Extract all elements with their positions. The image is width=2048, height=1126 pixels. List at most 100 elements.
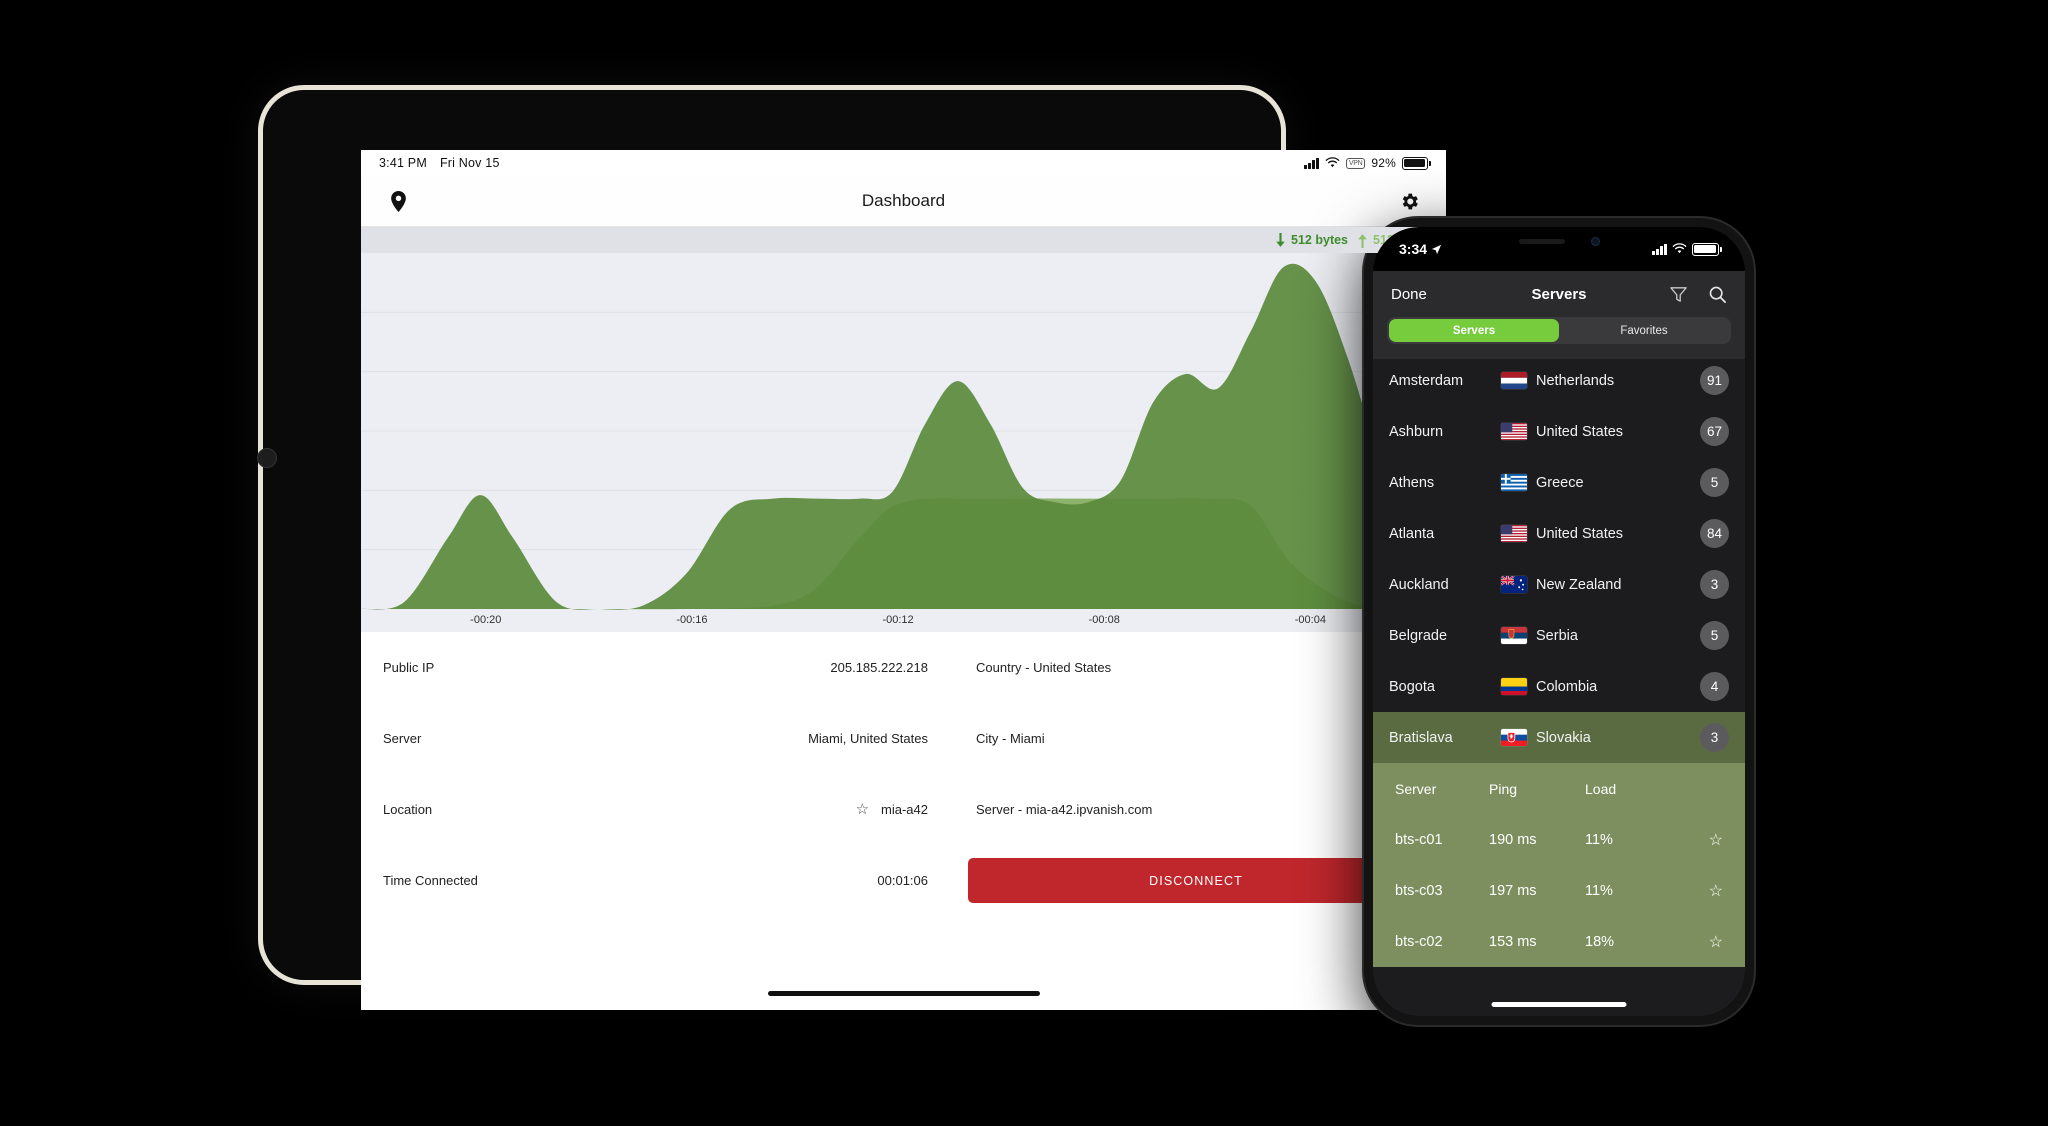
phone-power-button[interactable] xyxy=(1753,423,1754,499)
tablet-screen: 3:41 PM Fri Nov 15 VPN 92% Dashboard 512… xyxy=(361,150,1446,1010)
server-value: Miami, United States xyxy=(808,731,928,746)
public-ip-label: Public IP xyxy=(383,660,435,675)
detail-header-row: Server Ping Load xyxy=(1373,763,1745,814)
server-row[interactable]: Bogota Colombia 4 xyxy=(1373,661,1745,712)
battery-icon xyxy=(1402,156,1431,170)
server-row[interactable]: Atlanta United States 84 xyxy=(1373,508,1745,559)
disconnect-button[interactable]: DISCONNECT xyxy=(968,858,1424,903)
cellular-signal-icon xyxy=(1304,157,1319,169)
status-time: 3:41 PM xyxy=(379,156,427,170)
detail-server-ping: 190 ms xyxy=(1489,831,1537,848)
server-country: Serbia xyxy=(1536,627,1578,644)
flag-icon-co xyxy=(1501,678,1527,695)
server-country: Colombia xyxy=(1536,678,1598,695)
server-country: United States xyxy=(1536,525,1624,542)
server-city: Ashburn xyxy=(1389,423,1444,440)
server-row[interactable]: Ashburn United States 67 xyxy=(1373,406,1745,457)
detail-server-ping: 197 ms xyxy=(1489,882,1537,899)
phone-wifi-icon xyxy=(1672,243,1687,254)
upload-arrow-icon xyxy=(1358,233,1367,248)
flag-icon-nz xyxy=(1501,576,1527,593)
flag-icon-us xyxy=(1501,525,1527,542)
detail-server-name: bts-c03 xyxy=(1395,882,1443,899)
favorite-star-icon[interactable]: ☆ xyxy=(1697,932,1723,952)
detail-server-load: 18% xyxy=(1585,933,1615,950)
detail-server-name: bts-c02 xyxy=(1395,933,1443,950)
info-row-public-ip: Public IP 205.185.222.218 Country - Unit… xyxy=(361,632,1446,703)
detail-col-load: Load xyxy=(1585,780,1617,797)
server-country: United States xyxy=(1536,423,1624,440)
server-count-badge: 3 xyxy=(1700,723,1729,752)
server-list[interactable]: Amsterdam Netherlands 91 Ashburn United Stat… xyxy=(1373,355,1745,1016)
server-count-badge: 84 xyxy=(1700,519,1729,548)
server-count-badge: 4 xyxy=(1700,672,1729,701)
phone-cellular-icon xyxy=(1652,243,1667,255)
ipad-status-bar: 3:41 PM Fri Nov 15 VPN 92% xyxy=(361,150,1446,176)
server-city: Amsterdam xyxy=(1389,372,1464,389)
server-country: Netherlands xyxy=(1536,372,1615,389)
x-tick-label: -00:16 xyxy=(676,614,708,626)
dashboard-navbar: Dashboard xyxy=(361,176,1446,227)
time-connected-value: 00:01:06 xyxy=(877,873,928,888)
detail-server-row[interactable]: bts-c01 190 ms 11% ☆ xyxy=(1373,814,1745,865)
server-city: Belgrade xyxy=(1389,627,1448,644)
detail-server-name: bts-c01 xyxy=(1395,831,1443,848)
done-button[interactable]: Done xyxy=(1391,286,1427,303)
location-pin-icon[interactable] xyxy=(383,186,413,216)
phone-notch xyxy=(1473,227,1645,256)
gear-icon[interactable] xyxy=(1394,186,1424,216)
detail-server-row[interactable]: bts-c02 153 ms 18% ☆ xyxy=(1373,916,1745,967)
traffic-chart: 512 bytes 512 bytes -00:20-00:16- xyxy=(361,227,1446,632)
info-row-location: Location ☆ mia-a42 Server - mia-a42.ipva… xyxy=(361,774,1446,845)
tablet-device: 3:41 PM Fri Nov 15 VPN 92% Dashboard 512… xyxy=(257,85,1446,1010)
server-country: New Zealand xyxy=(1536,576,1622,593)
server-row[interactable]: Amsterdam Netherlands 91 xyxy=(1373,355,1745,406)
download-arrow-icon xyxy=(1276,232,1285,247)
phone-status-time: 3:34 xyxy=(1399,241,1428,257)
search-icon[interactable] xyxy=(1708,285,1727,304)
favorite-star-icon[interactable]: ☆ xyxy=(1697,881,1723,901)
detail-col-server: Server xyxy=(1395,780,1437,797)
favorite-star-icon[interactable]: ☆ xyxy=(1697,830,1723,850)
favorite-star-icon[interactable]: ☆ xyxy=(856,802,869,817)
flag-icon-gr xyxy=(1501,474,1527,491)
vpn-badge: VPN xyxy=(1345,157,1366,169)
download-rate-label: 512 bytes xyxy=(1291,233,1349,247)
tab-servers[interactable]: Servers xyxy=(1389,319,1559,342)
public-ip-value: 205.185.222.218 xyxy=(830,660,928,675)
tablet-power-button[interactable] xyxy=(257,448,277,468)
phone-battery-icon xyxy=(1692,242,1722,256)
location-arrow-icon xyxy=(1431,244,1442,254)
flag-icon-us xyxy=(1501,423,1527,440)
server-country: Slovakia xyxy=(1536,729,1591,746)
server-count-badge: 3 xyxy=(1700,570,1729,599)
server-country: Greece xyxy=(1536,474,1584,491)
phone-volume-up-button[interactable] xyxy=(1364,395,1365,443)
phone-volume-down-button[interactable] xyxy=(1364,455,1365,503)
server-count-badge: 5 xyxy=(1700,468,1729,497)
chart-rate-legend: 512 bytes 512 bytes xyxy=(361,227,1446,253)
server-label: Server xyxy=(383,731,422,746)
screenshot-stage: 3:41 PM Fri Nov 15 VPN 92% Dashboard 512… xyxy=(0,0,2048,1126)
filter-icon[interactable] xyxy=(1669,285,1688,304)
ipad-home-indicator[interactable] xyxy=(767,991,1040,996)
servers-segmented-control-wrap: Servers Favorites xyxy=(1373,317,1745,359)
server-row[interactable]: Bratislava Slovakia 3 xyxy=(1373,712,1745,763)
server-city: Atlanta xyxy=(1389,525,1435,542)
earpiece-speaker xyxy=(1518,239,1565,244)
info-row-server: Server Miami, United States City - Miami xyxy=(361,703,1446,774)
detail-server-row[interactable]: bts-c03 197 ms 11% ☆ xyxy=(1373,865,1745,916)
phone-home-indicator[interactable] xyxy=(1491,1002,1627,1007)
location-value: mia-a42 xyxy=(881,802,928,817)
wifi-icon xyxy=(1325,157,1340,168)
server-count-badge: 5 xyxy=(1700,621,1729,650)
server-city: Bratislava xyxy=(1389,729,1453,746)
server-row[interactable]: Auckland New Zealand 3 xyxy=(1373,559,1745,610)
city-value: City - Miami xyxy=(976,731,1045,746)
phone-silent-switch[interactable] xyxy=(1364,345,1365,371)
tab-favorites[interactable]: Favorites xyxy=(1559,319,1729,342)
servers-segmented-control[interactable]: Servers Favorites xyxy=(1387,317,1731,344)
server-row[interactable]: Athens Greece 5 xyxy=(1373,457,1745,508)
info-row-time-connected: Time Connected 00:01:06 DISCONNECT xyxy=(361,845,1446,916)
detail-server-ping: 153 ms xyxy=(1489,933,1537,950)
